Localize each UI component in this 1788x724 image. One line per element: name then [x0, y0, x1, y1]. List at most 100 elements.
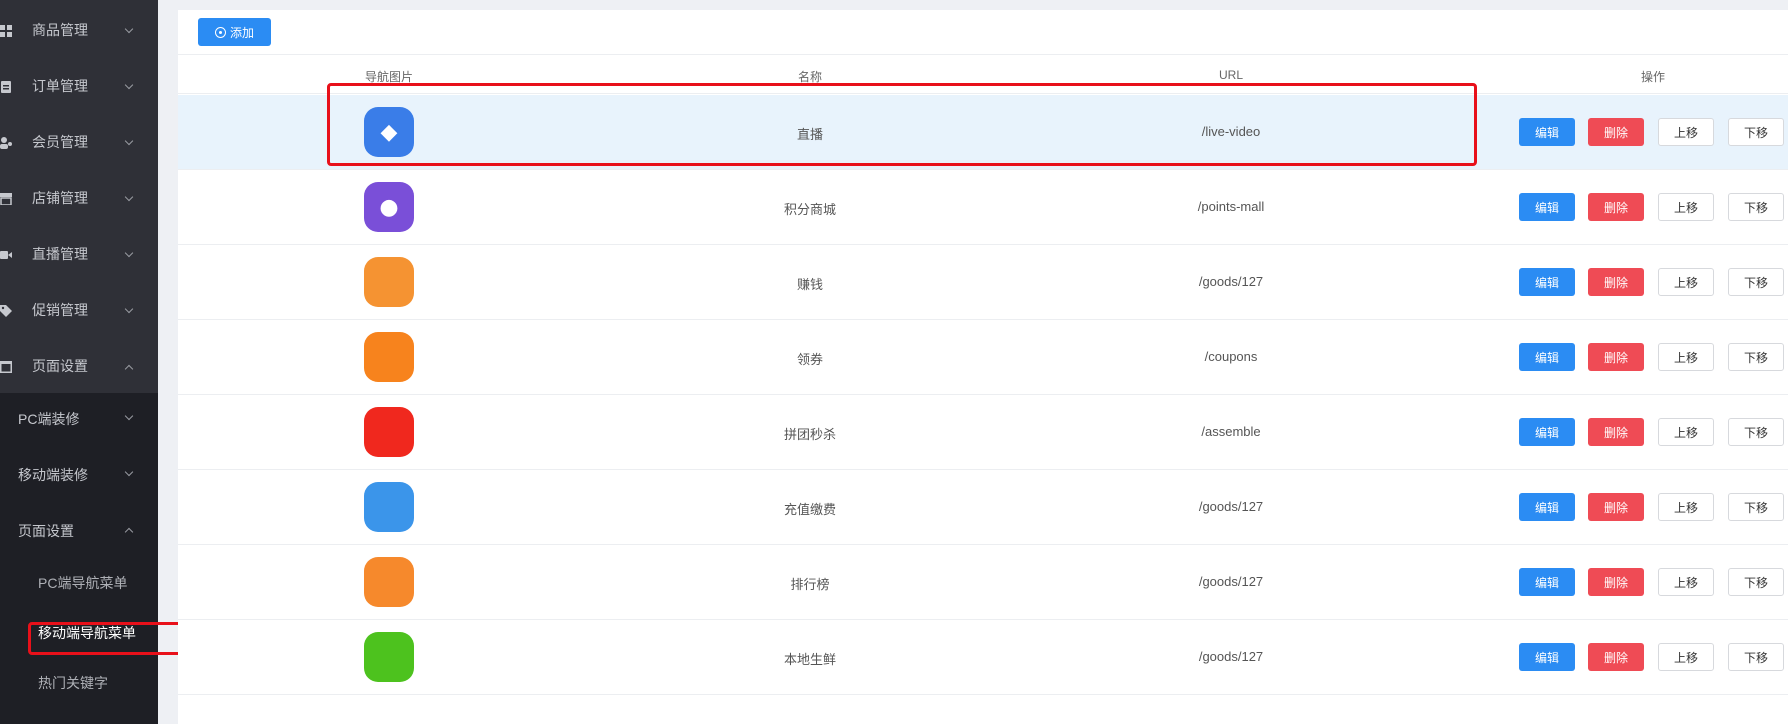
selected-row-highlight: [327, 83, 1477, 166]
edit-button[interactable]: 编辑: [1519, 643, 1575, 671]
edit-button[interactable]: 编辑: [1519, 268, 1575, 296]
table-row: 赚钱/goods/127 编辑 删除 上移 下移: [178, 245, 1788, 320]
cell-name: 拼团秒杀: [783, 427, 837, 442]
move-up-button[interactable]: 上移: [1658, 418, 1714, 446]
sidebar: 商品管理 订单管理 会员管理 店铺管理 直播管理 促销管理 页面设置 PC端装修: [0, 0, 158, 724]
cell-url: /goods/127: [1198, 499, 1264, 514]
header-ops: 操作: [1640, 70, 1666, 84]
move-down-button[interactable]: 下移: [1728, 268, 1784, 296]
delete-button[interactable]: 删除: [1588, 268, 1644, 296]
submenu-pc-decoration[interactable]: PC端装修: [0, 393, 158, 443]
table-row: 领券/coupons 编辑 删除 上移 下移: [178, 320, 1788, 395]
sidebar-item-goods[interactable]: 商品管理: [0, 2, 158, 58]
page-icon: [0, 360, 12, 373]
submenu-label: 移动端装修: [18, 467, 88, 483]
edit-button[interactable]: 编辑: [1519, 568, 1575, 596]
delete-button[interactable]: 删除: [1588, 118, 1644, 146]
edit-button[interactable]: 编辑: [1519, 493, 1575, 521]
menu-hot-keywords[interactable]: 热门关键字: [0, 657, 158, 707]
sidebar-item-members[interactable]: 会员管理: [0, 114, 158, 170]
cell-url: /coupons: [1204, 349, 1258, 364]
sidebar-item-stores[interactable]: 店铺管理: [0, 170, 158, 226]
move-up-button[interactable]: 上移: [1658, 493, 1714, 521]
users-icon: [0, 136, 12, 149]
tag-icon: [0, 304, 12, 317]
delete-button[interactable]: 删除: [1588, 193, 1644, 221]
move-up-button[interactable]: 上移: [1658, 193, 1714, 221]
move-up-button[interactable]: 上移: [1658, 643, 1714, 671]
delete-button[interactable]: 删除: [1588, 568, 1644, 596]
table-row: 排行榜/goods/127 编辑 删除 上移 下移: [178, 545, 1788, 620]
fresh-icon: [364, 632, 414, 682]
cell-name: 充值缴费: [783, 502, 837, 517]
chevron-down-icon: [124, 80, 134, 90]
chevron-down-icon: [124, 192, 134, 202]
edit-button[interactable]: 编辑: [1519, 418, 1575, 446]
add-button-label: 添加: [229, 25, 254, 40]
cell-url: /assemble: [1201, 424, 1261, 439]
cell-url: /goods/127: [1198, 649, 1264, 664]
move-down-button[interactable]: 下移: [1728, 343, 1784, 371]
move-up-button[interactable]: 上移: [1658, 343, 1714, 371]
submenu-label: 页面设置: [18, 523, 74, 539]
submenu-page-settings[interactable]: 页面设置: [0, 505, 158, 555]
delete-button[interactable]: 删除: [1588, 493, 1644, 521]
main-panel: 添加 导航图片 名称 URL 操作 ◆ 直播/live-video 编辑 删除 上移 下移…: [178, 10, 1788, 724]
sidebar-item-label: 商品管理: [32, 22, 88, 38]
grid-icon: [0, 24, 12, 37]
move-down-button[interactable]: 下移: [1728, 643, 1784, 671]
chevron-up-icon: [124, 364, 134, 374]
cell-url: /points-mall: [1197, 199, 1265, 214]
sidebar-item-label: 直播管理: [32, 246, 88, 262]
move-down-button[interactable]: 下移: [1728, 493, 1784, 521]
sidebar-item-label: 促销管理: [32, 302, 88, 318]
sidebar-item-live[interactable]: 直播管理: [0, 226, 158, 282]
points-icon: ●: [364, 182, 414, 232]
recharge-icon: [364, 482, 414, 532]
sidebar-item-label: 页面设置: [32, 358, 88, 374]
sidebar-item-label: 店铺管理: [32, 190, 88, 206]
ranking-icon: [364, 557, 414, 607]
cell-name: 本地生鲜: [783, 652, 837, 667]
submenu-label: PC端装修: [18, 411, 80, 427]
page-settings-submenu: PC端装修 移动端装修 页面设置 PC端导航菜单 移动端导航菜单 热门关键字: [0, 393, 158, 724]
cell-name: 排行榜: [790, 577, 830, 592]
table-row: 充值缴费/goods/127 编辑 删除 上移 下移: [178, 470, 1788, 545]
menu-pc-nav[interactable]: PC端导航菜单: [0, 557, 158, 607]
active-menu-highlight: [28, 622, 186, 655]
chevron-down-icon: [124, 304, 134, 314]
delete-button[interactable]: 删除: [1588, 343, 1644, 371]
video-icon: [0, 248, 12, 260]
edit-button[interactable]: 编辑: [1519, 118, 1575, 146]
sidebar-item-label: 订单管理: [32, 78, 88, 94]
sidebar-item-promotions[interactable]: 促销管理: [0, 282, 158, 338]
add-circle-icon: [214, 26, 226, 38]
menu-label: PC端导航菜单: [38, 575, 128, 591]
cell-name: 赚钱: [796, 277, 824, 292]
move-down-button[interactable]: 下移: [1728, 118, 1784, 146]
move-down-button[interactable]: 下移: [1728, 193, 1784, 221]
chevron-down-icon: [124, 136, 134, 146]
delete-button[interactable]: 删除: [1588, 643, 1644, 671]
move-down-button[interactable]: 下移: [1728, 418, 1784, 446]
move-up-button[interactable]: 上移: [1658, 568, 1714, 596]
chevron-down-icon: [124, 411, 134, 421]
delete-button[interactable]: 删除: [1588, 418, 1644, 446]
move-up-button[interactable]: 上移: [1658, 118, 1714, 146]
move-up-button[interactable]: 上移: [1658, 268, 1714, 296]
move-down-button[interactable]: 下移: [1728, 568, 1784, 596]
sidebar-item-orders[interactable]: 订单管理: [0, 58, 158, 114]
sidebar-item-label: 会员管理: [32, 134, 88, 150]
submenu-mobile-decoration[interactable]: 移动端装修: [0, 449, 158, 499]
menu-label: 热门关键字: [38, 675, 108, 691]
chevron-down-icon: [124, 467, 134, 477]
chevron-down-icon: [124, 24, 134, 34]
edit-button[interactable]: 编辑: [1519, 343, 1575, 371]
header-url: URL: [1218, 68, 1244, 82]
sidebar-item-page-settings[interactable]: 页面设置: [0, 338, 158, 394]
chevron-down-icon: [124, 248, 134, 258]
cell-url: /goods/127: [1198, 274, 1264, 289]
edit-button[interactable]: 编辑: [1519, 193, 1575, 221]
add-button[interactable]: 添加: [198, 18, 271, 46]
clipboard-icon: [0, 80, 12, 93]
